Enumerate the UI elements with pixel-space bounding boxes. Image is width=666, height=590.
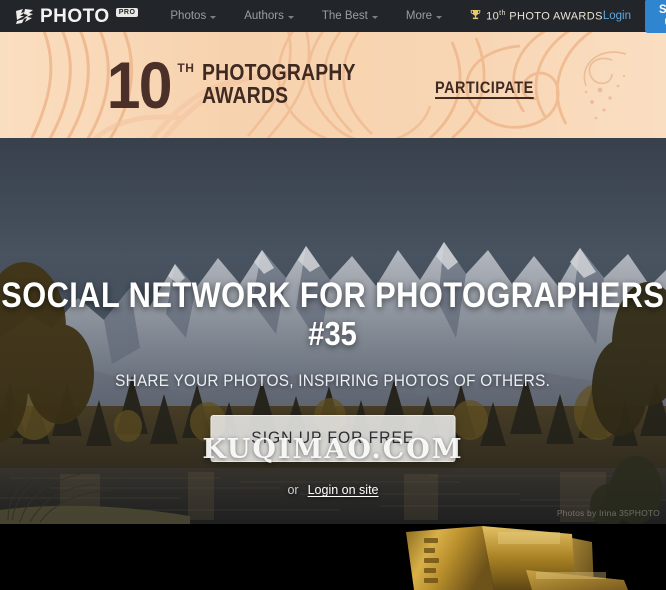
- nav-item-photos[interactable]: Photos: [156, 10, 230, 22]
- hero-section: SOCIAL NETWORK FOR PHOTOGRAPHERS #35 SHA…: [0, 138, 666, 524]
- hero-headline-number: #35: [308, 315, 358, 353]
- camera-abstract-icon: [14, 8, 36, 25]
- nav-item-the-best-label: The Best: [321, 10, 368, 22]
- hero-content: SOCIAL NETWORK FOR PHOTOGRAPHERS #35 SHA…: [0, 138, 666, 524]
- logo-text: PHOTO: [40, 5, 110, 27]
- bottom-section: [0, 524, 666, 590]
- chevron-down-icon: [287, 15, 294, 19]
- banner-content: 10 TH PHOTOGRAPHY AWARDS PARTICIPATE: [0, 32, 666, 138]
- or-label: or: [287, 483, 299, 498]
- banner-title: PHOTOGRAPHY AWARDS: [202, 58, 385, 109]
- hero-headline: SOCIAL NETWORK FOR PHOTOGRAPHERS: [1, 276, 665, 315]
- chevron-down-icon: [371, 15, 378, 19]
- site-logo[interactable]: PHOTO PRO: [14, 5, 139, 27]
- banner-title-line1: PHOTOGRAPHY: [202, 58, 357, 85]
- participate-link[interactable]: PARTICIPATE: [435, 78, 534, 98]
- photography-awards-banner[interactable]: 10 TH PHOTOGRAPHY AWARDS PARTICIPATE: [0, 32, 666, 138]
- banner-title-line2: AWARDS: [202, 82, 289, 109]
- top-navigation-bar: PHOTO PRO Photos Authors The Best More 1…: [0, 0, 666, 33]
- nav-item-more[interactable]: More: [392, 10, 456, 22]
- nav-item-authors-label: Authors: [244, 10, 284, 22]
- trophy-icon: [470, 9, 481, 24]
- hero-tagline: SHARE YOUR PHOTOS, INSPIRING PHOTOS OF O…: [115, 371, 551, 391]
- signup-free-button[interactable]: SIGN UP FOR FREE: [210, 415, 456, 463]
- nav-item-photos-label: Photos: [170, 10, 207, 22]
- login-on-site-link[interactable]: Login on site: [308, 483, 379, 497]
- signup-button[interactable]: Sign up: [645, 0, 666, 33]
- alternate-login-row: or Login on site: [287, 483, 378, 497]
- chevron-down-icon: [436, 15, 443, 19]
- banner-number: 10: [106, 47, 173, 122]
- login-link[interactable]: Login: [603, 10, 631, 22]
- banner-ordinal-suffix: TH: [177, 60, 195, 75]
- nav-photo-awards-label: 10th PHOTO AWARDS: [486, 9, 603, 23]
- logo-pro-badge: PRO: [115, 7, 139, 17]
- main-menu: Photos Authors The Best More: [156, 10, 456, 22]
- nav-item-more-label: More: [405, 10, 433, 22]
- nav-photo-awards-link[interactable]: 10th PHOTO AWARDS: [470, 9, 603, 24]
- award-trophy-image: [386, 524, 666, 590]
- nav-item-the-best[interactable]: The Best: [308, 10, 392, 22]
- nav-item-authors[interactable]: Authors: [230, 10, 308, 22]
- chevron-down-icon: [210, 15, 217, 19]
- banner-edition: 10 TH PHOTOGRAPHY AWARDS: [104, 47, 386, 122]
- account-actions: Login Sign up: [603, 0, 666, 33]
